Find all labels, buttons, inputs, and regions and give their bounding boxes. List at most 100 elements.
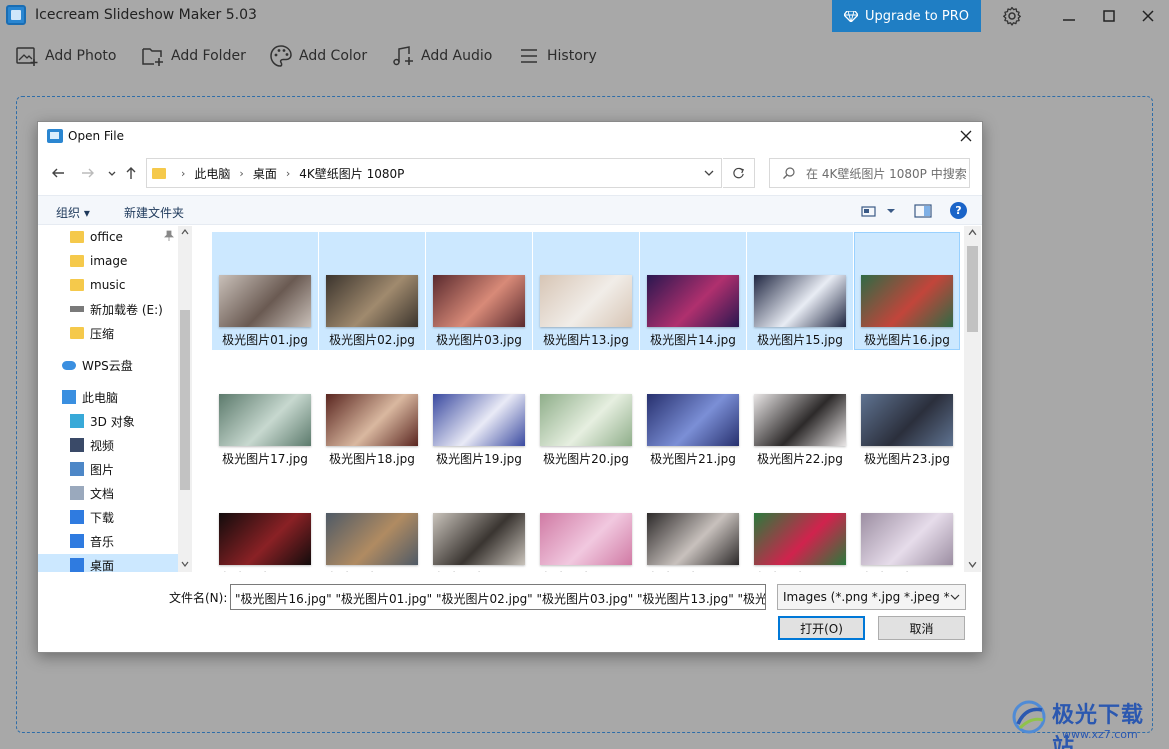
help-icon[interactable]: ? <box>950 202 967 219</box>
nav-item[interactable]: music <box>38 274 178 296</box>
maximize-icon[interactable] <box>1097 4 1121 28</box>
file-name: 极光图片01.jpg <box>222 333 308 347</box>
address-dropdown-chevron-icon[interactable] <box>697 159 721 187</box>
file-type-select[interactable]: Images (*.png *.jpg *.jpeg *. <box>777 584 966 610</box>
file-tile[interactable]: 极光图片23.jpg <box>854 351 960 469</box>
file-tile[interactable]: 极光图片27.jpg <box>533 470 639 572</box>
scroll-thumb[interactable] <box>180 310 190 490</box>
nav-item[interactable]: 此电脑 <box>38 386 178 408</box>
add-audio-icon <box>393 46 413 66</box>
nav-item-label: 下载 <box>90 510 115 525</box>
breadcrumb-current-folder[interactable]: 4K壁纸图片 1080P <box>299 165 404 182</box>
file-name: 极光图片15.jpg <box>757 333 843 347</box>
view-options-chevron-icon[interactable] <box>882 203 900 219</box>
file-tile[interactable]: 极光图片15.jpg <box>747 232 853 350</box>
forward-arrow-icon[interactable] <box>80 165 96 181</box>
nav-item[interactable]: 桌面 <box>38 554 178 572</box>
file-tile[interactable]: 极光图片28.jpg <box>640 470 746 572</box>
file-name: 极光图片30.jpg <box>855 569 959 572</box>
file-tile[interactable]: 极光图片14.jpg <box>640 232 746 350</box>
organize-menu[interactable]: 组织 ▾ <box>56 204 90 221</box>
search-input[interactable]: 在 4K壁纸图片 1080P 中搜索 <box>769 158 970 188</box>
recent-locations-chevron-icon[interactable] <box>104 165 120 181</box>
scroll-thumb[interactable] <box>967 246 978 332</box>
add-audio-button[interactable]: Add Audio <box>391 44 492 68</box>
history-menu-icon <box>521 49 537 63</box>
add-photo-label: Add Photo <box>45 48 117 64</box>
breadcrumb-this-pc[interactable]: 此电脑 <box>194 165 230 182</box>
nav-item[interactable]: office <box>38 226 178 248</box>
add-photo-button[interactable]: Add Photo <box>15 44 117 68</box>
nav-item[interactable]: WPS云盘 <box>38 354 178 376</box>
scroll-up-arrow-icon[interactable] <box>968 228 977 237</box>
file-name: 极光图片22.jpg <box>757 452 843 466</box>
file-tile[interactable]: 极光图片29.jpg <box>747 470 853 572</box>
file-tile[interactable]: 极光图片30.jpg <box>854 470 960 572</box>
refresh-icon[interactable] <box>723 158 755 188</box>
nav-item[interactable]: 新加载卷 (E:) <box>38 298 178 320</box>
breadcrumb-separator: › <box>181 166 186 180</box>
new-folder-button[interactable]: 新建文件夹 <box>124 204 184 221</box>
close-window-icon[interactable] <box>1136 4 1160 28</box>
add-color-button[interactable]: Add Color <box>269 44 367 68</box>
nav-item[interactable]: 音乐 <box>38 530 178 552</box>
file-tile[interactable]: 极光图片18.jpg <box>319 351 425 469</box>
breadcrumb-desktop[interactable]: 桌面 <box>253 165 277 182</box>
file-tile[interactable]: 极光图片01.jpg <box>212 232 318 350</box>
file-name: 极光图片17.jpg <box>222 452 308 466</box>
nav-item[interactable]: 视频 <box>38 434 178 456</box>
nav-item[interactable]: image <box>38 250 178 272</box>
nav-item[interactable]: 3D 对象 <box>38 410 178 432</box>
minimize-icon[interactable] <box>1057 4 1081 28</box>
image-thumbnail <box>219 513 311 565</box>
file-tile[interactable]: 极光图片25.jpg <box>319 470 425 572</box>
scroll-down-arrow-icon[interactable] <box>181 560 189 568</box>
navigation-pane: office image music 新加载卷 (E:) 压缩 WPS云盘此电脑 3D 对象… <box>38 226 192 572</box>
file-tile[interactable]: 极光图片21.jpg <box>640 351 746 469</box>
dialog-close-icon[interactable] <box>958 128 974 144</box>
file-tile[interactable]: 极光图片26.jpg <box>426 470 532 572</box>
settings-gear-icon[interactable] <box>1002 6 1022 26</box>
file-tile[interactable]: 极光图片03.jpg <box>426 232 532 350</box>
filename-input[interactable]: "极光图片16.jpg" "极光图片01.jpg" "极光图片02.jpg" "… <box>230 584 766 610</box>
file-tile[interactable]: 极光图片16.jpg <box>854 232 960 350</box>
file-grid-scrollbar[interactable] <box>964 226 981 572</box>
file-tile[interactable]: 极光图片13.jpg <box>533 232 639 350</box>
add-color-label: Add Color <box>299 48 368 64</box>
up-arrow-icon[interactable] <box>123 165 139 181</box>
navigation-pane-scrollbar[interactable] <box>178 226 192 572</box>
address-bar[interactable]: › 此电脑 › 桌面 › 4K壁纸图片 1080P <box>146 158 722 188</box>
file-name: 极光图片13.jpg <box>543 333 629 347</box>
upgrade-to-pro-button[interactable]: Upgrade to PRO <box>832 0 981 32</box>
preview-pane-icon[interactable] <box>914 203 932 219</box>
file-tile[interactable]: 极光图片02.jpg <box>319 232 425 350</box>
nav-item[interactable]: 图片 <box>38 458 178 480</box>
chevron-down-icon <box>950 593 960 601</box>
file-tile[interactable]: 极光图片22.jpg <box>747 351 853 469</box>
scroll-up-arrow-icon[interactable] <box>181 228 189 236</box>
scroll-down-arrow-icon[interactable] <box>968 560 977 569</box>
navigation-row: › 此电脑 › 桌面 › 4K壁纸图片 1080P 在 4K壁纸图片 1080P… <box>38 157 982 189</box>
file-tile[interactable]: 极光图片17.jpg <box>212 351 318 469</box>
image-thumbnail <box>219 275 311 327</box>
nav-item-label: 压缩 <box>90 326 115 341</box>
change-view-icon[interactable] <box>860 203 878 219</box>
back-arrow-icon[interactable] <box>50 165 66 181</box>
history-button[interactable]: History <box>517 44 597 68</box>
desktop-icon <box>70 558 84 572</box>
file-tile[interactable]: 极光图片24.jpg <box>212 470 318 572</box>
nav-item[interactable]: 压缩 <box>38 322 178 344</box>
image-thumbnail <box>326 394 418 446</box>
palette-icon <box>270 45 292 67</box>
add-folder-button[interactable]: Add Folder <box>141 44 246 68</box>
open-button[interactable]: 打开(O) <box>778 616 865 640</box>
add-audio-label: Add Audio <box>421 48 493 64</box>
file-tile[interactable]: 极光图片20.jpg <box>533 351 639 469</box>
cancel-button[interactable]: 取消 <box>878 616 965 640</box>
nav-item[interactable]: 下载 <box>38 506 178 528</box>
nav-item[interactable]: 文档 <box>38 482 178 504</box>
image-thumbnail <box>861 394 953 446</box>
upgrade-label: Upgrade to PRO <box>865 8 969 24</box>
add-folder-label: Add Folder <box>171 48 246 64</box>
file-tile[interactable]: 极光图片19.jpg <box>426 351 532 469</box>
